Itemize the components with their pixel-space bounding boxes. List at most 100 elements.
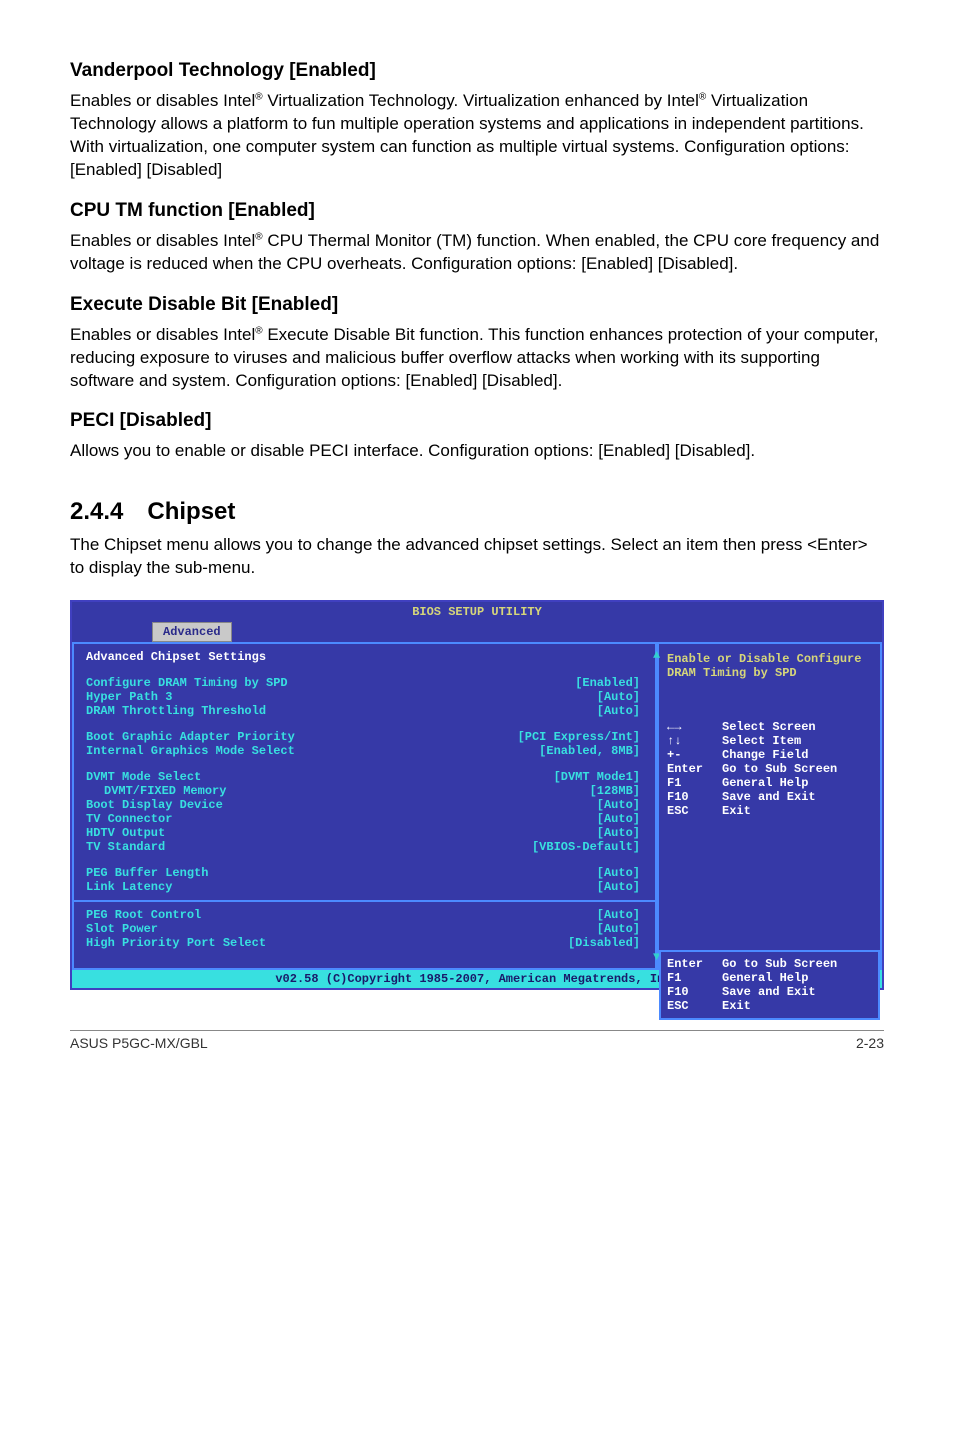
bios-item-boot-adapter[interactable]: Boot Graphic Adapter Priority [PCI Expre… xyxy=(86,730,645,744)
bios-item-value: [Auto] xyxy=(597,866,645,880)
nav-help-row: F1General Help xyxy=(667,971,872,985)
nav-text: Change Field xyxy=(722,748,808,762)
page-footer: ASUS P5GC-MX/GBL 2-23 xyxy=(70,1030,884,1051)
bios-popup-help: EnterGo to Sub Screen F1General Help F10… xyxy=(659,950,880,1020)
nav-help-row: Select Item xyxy=(667,734,872,748)
bios-item-value: [PCI Express/Int] xyxy=(518,730,645,744)
bios-item-value: [Auto] xyxy=(597,880,645,894)
bios-item-value: [Auto] xyxy=(597,690,645,704)
text-frag: Enables or disables Intel xyxy=(70,325,255,344)
nav-key: F1 xyxy=(667,776,722,790)
bios-item-label: Hyper Path 3 xyxy=(86,690,172,704)
bios-item-high-pri[interactable]: High Priority Port Select [Disabled] xyxy=(86,936,645,950)
bios-right-panel: ▲ Enable or Disable Configure DRAM Timin… xyxy=(657,642,882,970)
nav-help-row: F10Save and Exit xyxy=(667,985,872,999)
bios-item-dram-timing[interactable]: Configure DRAM Timing by SPD [Enabled] xyxy=(86,676,645,690)
bios-item-value: [Disabled] xyxy=(568,936,645,950)
bios-item-hyper-path[interactable]: Hyper Path 3 [Auto] xyxy=(86,690,645,704)
nav-key: F10 xyxy=(667,985,722,999)
bios-item-label: TV Connector xyxy=(86,812,172,826)
section-cputm-title: CPU TM function [Enabled] xyxy=(70,200,884,222)
section-cputm-text: Enables or disables Intel® CPU Thermal M… xyxy=(70,230,884,276)
nav-key: F10 xyxy=(667,790,722,804)
bios-item-slot-pwr[interactable]: Slot Power [Auto] xyxy=(86,922,645,936)
nav-key: F1 xyxy=(667,971,722,985)
bios-item-value: [Auto] xyxy=(597,704,645,718)
nav-help-row: ESCExit xyxy=(667,804,872,818)
bios-body: Advanced Chipset Settings Configure DRAM… xyxy=(72,642,882,970)
nav-text: General Help xyxy=(722,971,808,985)
section-vanderpool-title: Vanderpool Technology [Enabled] xyxy=(70,60,884,82)
bios-item-value: [Enabled] xyxy=(575,676,645,690)
footer-left: ASUS P5GC-MX/GBL xyxy=(70,1035,208,1051)
bios-item-peg-root[interactable]: PEG Root Control [Auto] xyxy=(86,908,645,922)
arrow-lr-icon xyxy=(667,720,722,734)
bios-item-label: High Priority Port Select xyxy=(86,936,266,950)
bios-window: BIOS SETUP UTILITY Advanced Advanced Chi… xyxy=(70,600,884,990)
nav-text: Save and Exit xyxy=(722,985,816,999)
text-frag: Virtualization Technology. Virtualizatio… xyxy=(263,91,699,110)
section-exec-title: Execute Disable Bit [Enabled] xyxy=(70,294,884,316)
text-frag: Enables or disables Intel xyxy=(70,231,255,250)
bios-item-link-lat[interactable]: Link Latency [Auto] xyxy=(86,880,645,894)
bios-item-value: [Auto] xyxy=(597,812,645,826)
nav-help-row: EnterGo to Sub Screen xyxy=(667,957,872,971)
nav-help-row: EnterGo to Sub Screen xyxy=(667,762,872,776)
reg-mark: ® xyxy=(255,231,262,242)
bios-title: BIOS SETUP UTILITY xyxy=(72,602,882,622)
bios-item-hdtv[interactable]: HDTV Output [Auto] xyxy=(86,826,645,840)
bios-item-dvmt-mem[interactable]: DVMT/FIXED Memory [128MB] xyxy=(86,784,645,798)
bios-item-value: [Enabled, 8MB] xyxy=(539,744,645,758)
bios-item-dram-throttle[interactable]: DRAM Throttling Threshold [Auto] xyxy=(86,704,645,718)
bios-item-label: Boot Graphic Adapter Priority xyxy=(86,730,295,744)
nav-help-row: F1General Help xyxy=(667,776,872,790)
bios-item-label: DVMT Mode Select xyxy=(86,770,201,784)
bios-item-label: Slot Power xyxy=(86,922,158,936)
nav-key: ESC xyxy=(667,999,722,1013)
nav-text: Go to Sub Screen xyxy=(722,762,837,776)
nav-text: Save and Exit xyxy=(722,790,816,804)
nav-text: Exit xyxy=(722,804,751,818)
bios-item-label: Boot Display Device xyxy=(86,798,223,812)
bios-divider xyxy=(74,900,655,902)
nav-text: Exit xyxy=(722,999,751,1013)
nav-key: Enter xyxy=(667,957,722,971)
section-vanderpool-text: Enables or disables Intel® Virtualizatio… xyxy=(70,90,884,182)
bios-heading: Advanced Chipset Settings xyxy=(86,650,645,664)
footer-right: 2-23 xyxy=(856,1035,884,1051)
section-chipset-text: The Chipset menu allows you to change th… xyxy=(70,534,884,580)
bios-item-peg-buf[interactable]: PEG Buffer Length [Auto] xyxy=(86,866,645,880)
nav-text: Go to Sub Screen xyxy=(722,957,837,971)
arrow-ud-icon xyxy=(667,734,722,748)
bios-item-label: Configure DRAM Timing by SPD xyxy=(86,676,288,690)
bios-item-dvmt-mode[interactable]: DVMT Mode Select [DVMT Mode1] xyxy=(86,770,645,784)
section-peci-text: Allows you to enable or disable PECI int… xyxy=(70,440,884,463)
nav-text: Select Item xyxy=(722,734,801,748)
bios-help-text: Enable or Disable Configure DRAM Timing … xyxy=(667,652,872,680)
section-chipset-title: 2.4.4 Chipset xyxy=(70,498,884,526)
bios-item-label: Link Latency xyxy=(86,880,172,894)
bios-item-value: [Auto] xyxy=(597,908,645,922)
nav-key: +- xyxy=(667,748,722,762)
bios-item-tv-std[interactable]: TV Standard [VBIOS-Default] xyxy=(86,840,645,854)
bios-item-value: [Auto] xyxy=(597,826,645,840)
bios-item-label: HDTV Output xyxy=(86,826,165,840)
text-frag: Enables or disables Intel xyxy=(70,91,255,110)
section-exec-text: Enables or disables Intel® Execute Disab… xyxy=(70,324,884,393)
section-peci-title: PECI [Disabled] xyxy=(70,410,884,432)
bios-item-label: TV Standard xyxy=(86,840,165,854)
bios-item-tv-conn[interactable]: TV Connector [Auto] xyxy=(86,812,645,826)
bios-item-boot-disp[interactable]: Boot Display Device [Auto] xyxy=(86,798,645,812)
bios-tab-advanced[interactable]: Advanced xyxy=(152,622,232,642)
reg-mark: ® xyxy=(255,91,262,102)
nav-help-row: Select Screen xyxy=(667,720,872,734)
bios-item-label: Internal Graphics Mode Select xyxy=(86,744,295,758)
reg-mark: ® xyxy=(255,325,262,336)
nav-key: Enter xyxy=(667,762,722,776)
bios-item-value: [Auto] xyxy=(597,798,645,812)
bios-item-label: PEG Root Control xyxy=(86,908,201,922)
bios-item-label: PEG Buffer Length xyxy=(86,866,208,880)
bios-item-value: [VBIOS-Default] xyxy=(532,840,645,854)
bios-item-internal-gfx[interactable]: Internal Graphics Mode Select [Enabled, … xyxy=(86,744,645,758)
scroll-up-icon: ▲ xyxy=(653,648,660,662)
